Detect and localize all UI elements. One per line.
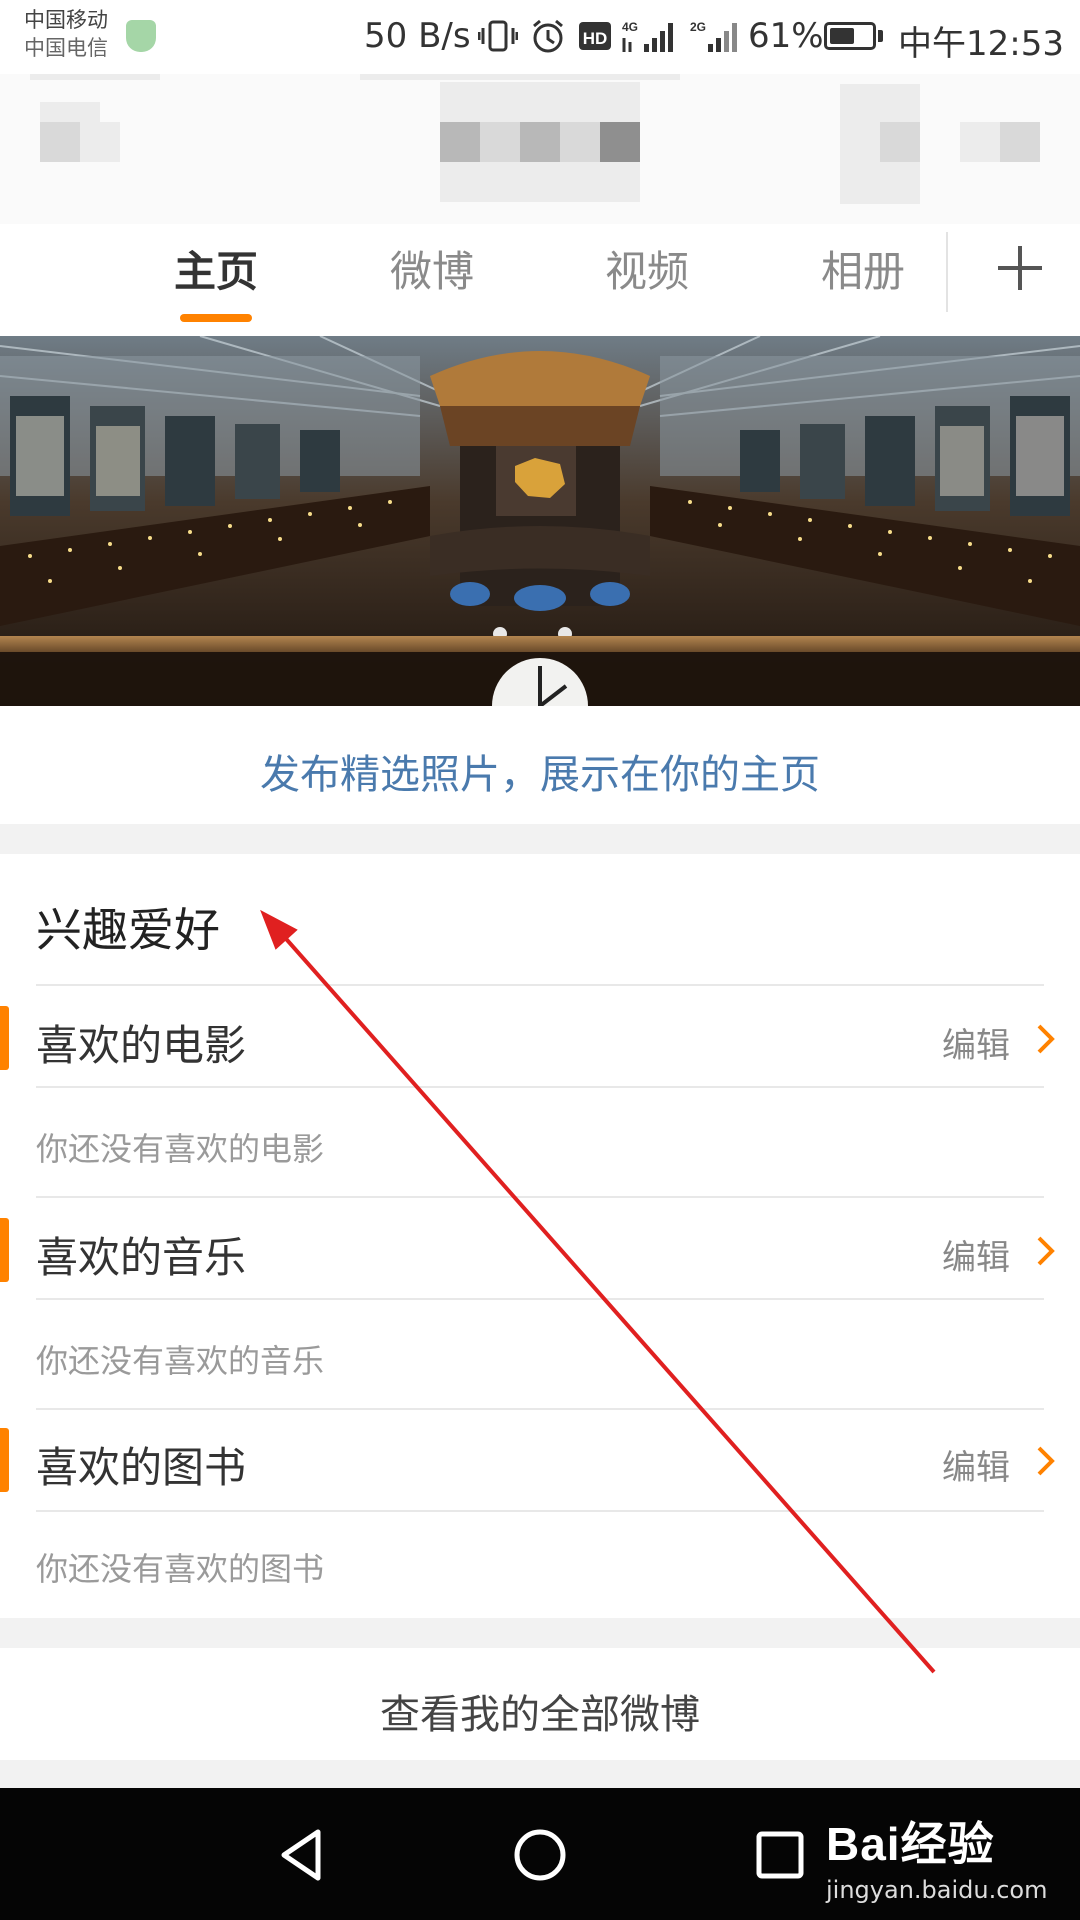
watermark-url: jingyan.baidu.com — [826, 1876, 1048, 1904]
divider — [36, 1196, 1044, 1198]
interests-section-title: 兴趣爱好 — [36, 903, 220, 957]
home-circle-icon[interactable] — [505, 1820, 575, 1890]
status-time: 中午12:53 — [898, 24, 1064, 64]
divider — [36, 984, 1044, 986]
hd-icon: HD — [579, 22, 611, 50]
blurred-profile-header — [0, 74, 1080, 224]
tab-album[interactable]: 相册 — [788, 238, 938, 299]
promo-text-link[interactable]: 发布精选照片，展示在你的主页 — [0, 742, 1080, 800]
music-empty-message: 你还没有喜欢的音乐 — [36, 1342, 325, 1380]
recents-square-icon[interactable] — [745, 1820, 815, 1890]
alarm-icon — [533, 19, 563, 53]
divider — [36, 1510, 1044, 1512]
favorite-movies-title: 喜欢的电影 — [36, 1021, 247, 1070]
carrier-secondary: 中国电信 — [24, 36, 108, 60]
2g-signal-icon: 2G — [690, 20, 737, 52]
svg-text:4G: 4G — [622, 20, 638, 34]
tab-home[interactable]: 主页 — [141, 238, 291, 299]
battery-percent: 61% — [748, 16, 824, 56]
chevron-right-icon[interactable] — [1034, 1022, 1058, 1056]
row-accent-bar — [0, 1006, 9, 1070]
back-triangle-icon[interactable] — [266, 1820, 336, 1890]
favorite-music-title: 喜欢的音乐 — [36, 1233, 247, 1282]
svg-text:HD: HD — [583, 29, 608, 48]
chevron-right-icon[interactable] — [1034, 1234, 1058, 1268]
add-tab-plus-icon[interactable] — [982, 226, 1058, 310]
battery-tip — [878, 30, 883, 42]
security-shield-icon — [126, 20, 156, 52]
watermark-title: Bai经验 — [826, 1818, 995, 1870]
divider — [36, 1086, 1044, 1088]
divider — [36, 1298, 1044, 1300]
tab-divider — [946, 232, 948, 312]
active-tab-indicator — [180, 314, 252, 322]
battery-icon — [824, 22, 876, 50]
cover-photo[interactable] — [0, 336, 1080, 706]
tab-video[interactable]: 视频 — [572, 238, 722, 299]
edit-music-button[interactable]: 编辑 — [942, 1230, 1010, 1279]
network-speed: 50 B/s — [364, 16, 471, 56]
carrier-primary: 中国移动 — [24, 8, 108, 32]
tab-weibo[interactable]: 微博 — [357, 238, 507, 299]
books-empty-message: 你还没有喜欢的图书 — [36, 1550, 325, 1588]
vibrate-icon — [478, 20, 518, 52]
chevron-right-icon[interactable] — [1034, 1444, 1058, 1478]
4g-signal-icon: 4G — [622, 20, 673, 52]
view-all-weibo-button[interactable]: 查看我的全部微博 — [0, 1682, 1080, 1740]
favorite-books-title: 喜欢的图书 — [36, 1443, 247, 1492]
svg-text:2G: 2G — [690, 20, 706, 34]
baidu-jingyan-watermark: Bai经验 jingyan.baidu.com — [826, 1808, 1047, 1904]
movies-empty-message: 你还没有喜欢的电影 — [36, 1130, 325, 1168]
edit-movies-button[interactable]: 编辑 — [942, 1018, 1010, 1067]
row-accent-bar — [0, 1218, 9, 1282]
divider — [36, 1408, 1044, 1410]
row-accent-bar — [0, 1428, 9, 1492]
battery-level — [830, 28, 854, 44]
edit-books-button[interactable]: 编辑 — [942, 1440, 1010, 1489]
